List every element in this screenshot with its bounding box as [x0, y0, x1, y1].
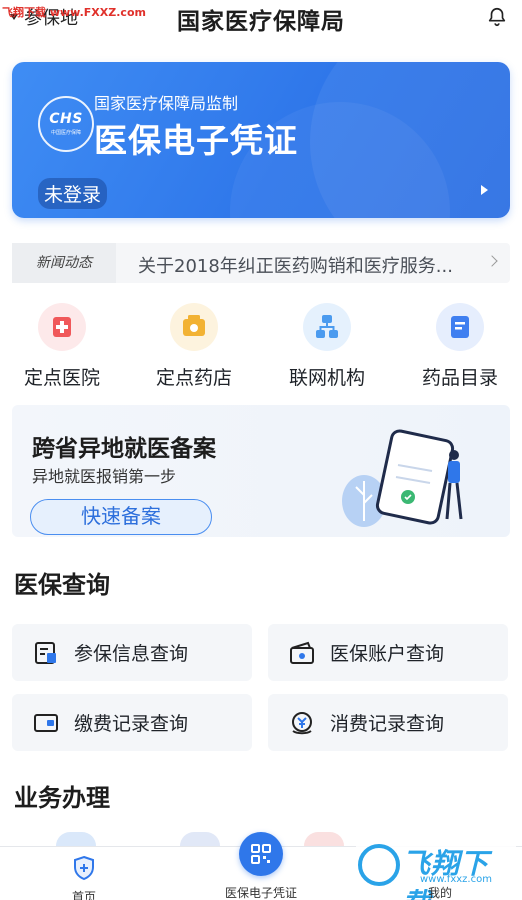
- quick-link-hospital[interactable]: 定点医院: [12, 303, 112, 390]
- account-icon: [290, 641, 314, 664]
- banner-title: 跨省异地就医备案: [32, 436, 216, 462]
- phone-illustration: [342, 429, 463, 527]
- quick-link-network[interactable]: 联网机构: [277, 303, 377, 390]
- login-status-badge[interactable]: 未登录: [38, 178, 108, 209]
- watermark-circle-icon: [358, 844, 400, 886]
- voucher-qr-button[interactable]: [239, 832, 283, 876]
- business-item-peek: [304, 832, 344, 846]
- tab-label-home: 首页: [71, 890, 96, 900]
- quick-link-catalog[interactable]: 药品目录: [410, 303, 510, 390]
- card-title: 医保电子凭证: [94, 121, 298, 160]
- network-icon: [303, 303, 351, 351]
- consumption-record-icon: [292, 712, 312, 735]
- chevron-right-icon: [486, 255, 498, 267]
- banner-subtitle: 异地就医报销第一步: [32, 467, 177, 486]
- tile-label: 医保账户查询: [330, 643, 445, 665]
- pharmacy-icon: [170, 303, 218, 351]
- card-supervise-text: 国家医疗保障局监制: [94, 94, 239, 113]
- tile-consumption-record[interactable]: 消费记录查询: [268, 694, 508, 751]
- tile-label: 参保信息查询: [74, 643, 189, 665]
- quick-filing-button[interactable]: 快速备案: [30, 499, 212, 535]
- quick-link-pharmacy[interactable]: 定点药店: [144, 303, 244, 390]
- insurance-info-icon: [35, 642, 56, 664]
- quick-link-label: 定点药店: [155, 367, 232, 389]
- arrow-right-icon: [481, 185, 488, 195]
- payment-record-icon: [34, 714, 58, 732]
- tile-label: 消费记录查询: [330, 713, 445, 735]
- tab-label-voucher: 医保电子凭证: [224, 886, 297, 900]
- tab-home[interactable]: 首页: [29, 855, 139, 900]
- bell-icon[interactable]: [486, 6, 508, 28]
- watermark-text: 飞翔下载 www.FXXZ.com: [2, 6, 146, 19]
- section-title-query: 医保查询: [14, 571, 110, 599]
- quick-link-label: 定点医院: [23, 367, 100, 389]
- voucher-card[interactable]: CHS 中国医疗保障 国家医疗保障局监制 医保电子凭证 未登录: [12, 62, 510, 218]
- business-item-peek: [56, 832, 96, 846]
- qr-code-icon: [251, 844, 271, 864]
- chs-logo: CHS 中国医疗保障: [38, 96, 94, 152]
- shield-icon: [74, 855, 94, 881]
- section-title-business: 业务办理: [14, 784, 110, 812]
- quick-link-label: 药品目录: [421, 367, 498, 389]
- catalog-icon: [436, 303, 484, 351]
- news-ticker[interactable]: 新闻动态 关于2018年纠正医药购销和医疗服务...: [12, 243, 510, 283]
- business-item-peek: [180, 832, 220, 846]
- tab-mine[interactable]: 我的: [410, 884, 470, 900]
- quick-link-label: 联网机构: [288, 367, 365, 389]
- news-headline[interactable]: 关于2018年纠正医药购销和医疗服务...: [138, 252, 453, 278]
- tile-label: 缴费记录查询: [74, 713, 189, 735]
- tile-account[interactable]: 医保账户查询: [268, 624, 508, 681]
- tile-payment-record[interactable]: 缴费记录查询: [12, 694, 252, 751]
- news-tag: 新闻动态: [12, 243, 116, 283]
- tile-insurance-info[interactable]: 参保信息查询: [12, 624, 252, 681]
- filing-banner[interactable]: 跨省异地就医备案 异地就医报销第一步 快速备案: [12, 405, 510, 537]
- hospital-icon: [38, 303, 86, 351]
